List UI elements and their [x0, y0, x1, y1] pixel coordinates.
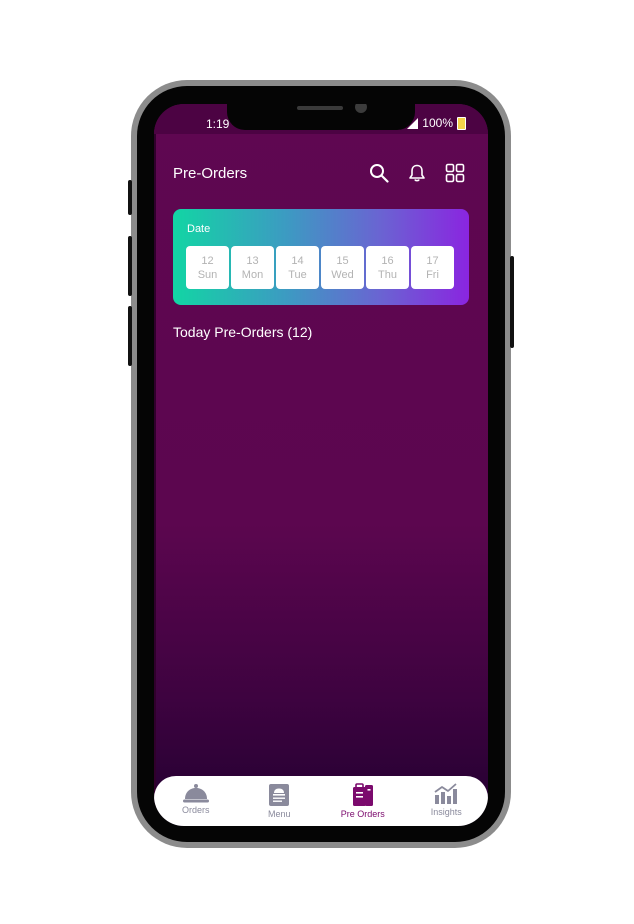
- nav-item-menu[interactable]: Menu: [239, 779, 319, 823]
- bell-cloche-icon: [182, 784, 209, 803]
- date-day: 16: [381, 254, 394, 267]
- date-chip-13[interactable]: 13 Mon: [231, 246, 274, 289]
- date-chip-15[interactable]: 15 Wed: [321, 246, 364, 289]
- status-time: 1:19: [206, 117, 230, 131]
- page-title: Pre-Orders: [173, 164, 248, 182]
- nav-item-pre-orders[interactable]: Pre Orders: [323, 779, 403, 823]
- nav-item-insights[interactable]: Insights: [406, 779, 486, 823]
- page: 1:19 100% Pre-Orders Date 12 Sun 13 Mon …: [0, 0, 634, 924]
- bell-icon: [409, 164, 425, 182]
- speaker-grille: [297, 106, 343, 110]
- battery-icon: [457, 116, 466, 130]
- phone-volume-up: [128, 236, 132, 296]
- bottom-nav: Orders Menu Pre Orders Insights: [154, 776, 488, 826]
- screen-edge: [154, 134, 156, 826]
- header-actions: [368, 162, 466, 184]
- phone-volume-down: [128, 306, 132, 366]
- date-day: 17: [426, 254, 439, 267]
- date-day: 14: [291, 254, 304, 267]
- today-pre-orders-title: Today Pre-Orders (12): [173, 324, 313, 340]
- date-weekday: Tue: [288, 268, 307, 281]
- status-indicators: 100%: [407, 116, 466, 130]
- battery-percent: 100%: [422, 116, 453, 130]
- notifications-button[interactable]: [406, 162, 428, 184]
- date-picker-card: Date 12 Sun 13 Mon 14 Tue 15 Wed 16 Thu …: [173, 209, 469, 305]
- app-screen: 1:19 100% Pre-Orders Date 12 Sun 13 Mon …: [154, 104, 488, 826]
- date-weekday: Wed: [331, 268, 354, 281]
- front-camera: [355, 104, 367, 113]
- date-weekday: Mon: [241, 268, 264, 281]
- date-weekday: Sun: [197, 268, 218, 281]
- date-chip-17[interactable]: 17 Fri: [411, 246, 454, 289]
- search-icon: [370, 164, 389, 183]
- grid-icon: [445, 163, 465, 183]
- search-button[interactable]: [368, 162, 390, 184]
- insights-chart-icon: [434, 783, 458, 804]
- date-chip-16[interactable]: 16 Thu: [366, 246, 409, 289]
- pre-orders-icon: [352, 783, 373, 806]
- date-weekday: Fri: [426, 268, 439, 281]
- date-weekday: Thu: [378, 268, 397, 281]
- nav-item-orders[interactable]: Orders: [156, 779, 236, 823]
- nav-label: Orders: [181, 805, 210, 815]
- phone-silent-switch: [128, 180, 132, 215]
- date-day: 13: [246, 254, 259, 267]
- date-label: Date: [187, 223, 211, 235]
- date-chip-14[interactable]: 14 Tue: [276, 246, 319, 289]
- nav-label: Menu: [267, 809, 291, 819]
- nav-label: Pre Orders: [340, 809, 385, 819]
- nav-label: Insights: [430, 807, 462, 817]
- app-header: Pre-Orders: [173, 161, 466, 185]
- date-list: 12 Sun 13 Mon 14 Tue 15 Wed 16 Thu 17 Fr…: [186, 246, 454, 289]
- apps-grid-button[interactable]: [444, 162, 466, 184]
- phone-power-button: [510, 256, 514, 348]
- menu-card-icon: [269, 784, 290, 806]
- phone-notch: [227, 104, 415, 130]
- date-day: 15: [336, 254, 349, 267]
- date-chip-12[interactable]: 12 Sun: [186, 246, 229, 289]
- date-day: 12: [201, 254, 214, 267]
